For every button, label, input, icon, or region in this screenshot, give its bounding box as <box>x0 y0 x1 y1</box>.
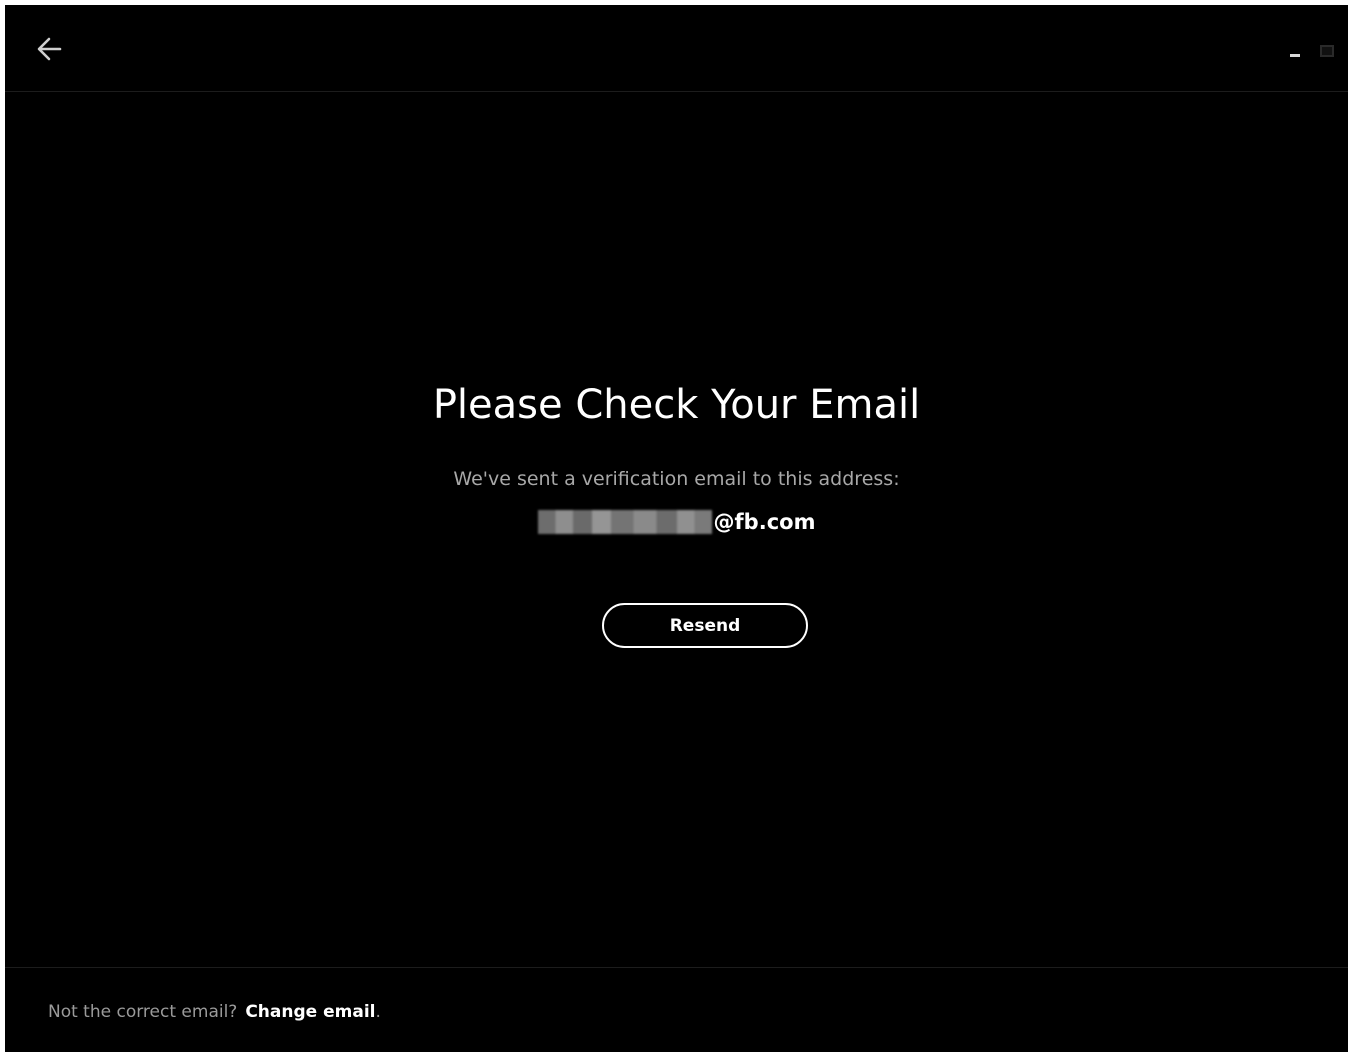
footer-period: . <box>375 1002 381 1022</box>
email-domain: @fb.com <box>713 510 816 534</box>
footer-text: Not the correct email? Change email. <box>48 1002 381 1022</box>
change-email-link[interactable]: Change email <box>245 1002 375 1022</box>
app-window: Please Check Your Email We've sent a ver… <box>5 5 1348 1052</box>
minimize-icon[interactable] <box>1288 44 1302 58</box>
email-address: @fb.com <box>5 510 1348 534</box>
arrow-left-icon <box>37 37 62 61</box>
verification-panel: Please Check Your Email We've sent a ver… <box>5 92 1348 967</box>
maximize-icon[interactable] <box>1320 45 1334 57</box>
page-title: Please Check Your Email <box>432 382 921 428</box>
resend-button[interactable]: Resend <box>602 603 808 648</box>
redacted-email-user <box>537 510 712 534</box>
footer-prompt: Not the correct email? <box>48 1002 238 1022</box>
footer: Not the correct email? Change email. <box>5 967 1348 1052</box>
verification-message: We've sent a verification email to this … <box>453 468 900 490</box>
title-bar <box>5 5 1348 92</box>
back-button[interactable] <box>33 33 65 65</box>
window-controls <box>1288 41 1334 61</box>
